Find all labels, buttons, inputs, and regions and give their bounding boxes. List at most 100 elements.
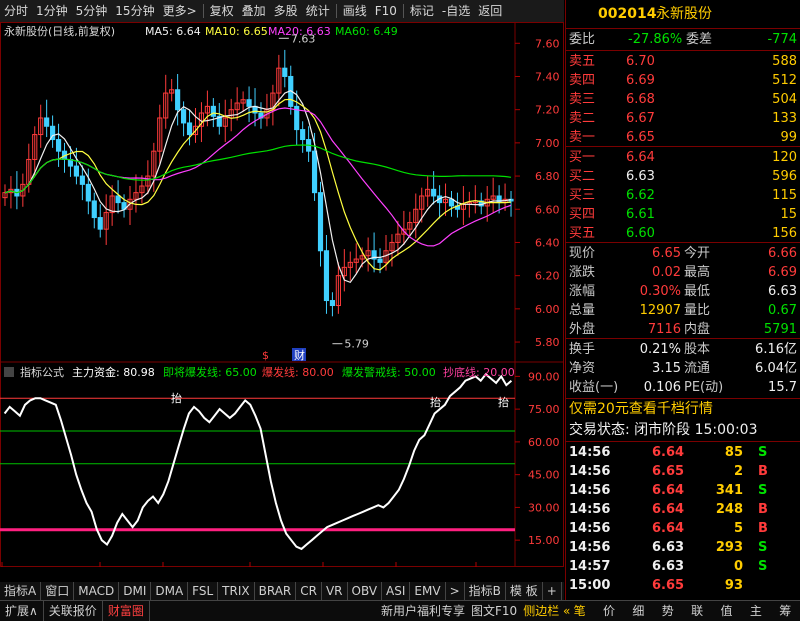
ask-price: 6.69 bbox=[626, 73, 655, 88]
footer-right-2[interactable]: 细 bbox=[624, 601, 653, 621]
toolbar-item-12[interactable]: -自选 bbox=[438, 0, 474, 22]
ma5-legend: MA5: 6.64 bbox=[145, 25, 201, 38]
wecha-label: 委差 bbox=[686, 32, 713, 47]
bid-label: 买二 bbox=[569, 169, 596, 184]
price-tick-label: 6.60 bbox=[535, 203, 560, 216]
quote-panel: 002014 永新股份 委比 -27.86% 委差 -774 卖五 6.70 588… bbox=[565, 0, 800, 600]
kline-chart[interactable]: 7.60 7.40 7.20 7.00 6.80 6.60 6.40 6.20 6.00 5.80… bbox=[0, 22, 564, 567]
tick-price: 6.64 bbox=[652, 502, 685, 517]
indicator-tab-10[interactable]: OBV bbox=[348, 582, 383, 600]
candle-body bbox=[282, 67, 288, 77]
toolbar-item-7[interactable]: 多股 bbox=[270, 0, 302, 22]
toolbar-item-8[interactable]: 统计 bbox=[302, 0, 334, 22]
stat-label: PE(动) bbox=[684, 380, 724, 395]
promo-link[interactable]: 仅需20元查看千档行情 bbox=[569, 400, 713, 419]
tick-direction: S bbox=[758, 483, 768, 498]
high-label: 7.63 bbox=[291, 32, 316, 45]
ask-label: 卖二 bbox=[569, 111, 596, 126]
footer-center-0[interactable]: 新用户福利专享 bbox=[378, 601, 468, 621]
tick-row: 14:56 6.63 293 S bbox=[566, 538, 800, 557]
indicator-tab-5[interactable]: FSL bbox=[188, 582, 219, 600]
indicator-tab-17[interactable]: - bbox=[562, 582, 564, 600]
indicator-tab-0[interactable]: 指标A bbox=[0, 582, 42, 600]
toolbar-item-0[interactable]: 分时 bbox=[0, 0, 32, 22]
bid-label: 买四 bbox=[569, 207, 596, 222]
indicator-tab-8[interactable]: CR bbox=[296, 582, 322, 600]
indicator-tab-13[interactable]: > bbox=[446, 582, 465, 600]
footer-center-1[interactable]: 图文F10 bbox=[468, 601, 520, 621]
bid-price: 6.60 bbox=[626, 226, 655, 241]
indicator-tab-14[interactable]: 指标B bbox=[465, 582, 506, 600]
toolbar-separator bbox=[402, 4, 404, 18]
tick-direction: B bbox=[758, 464, 768, 479]
tick-row: 14:56 6.64 341 S bbox=[566, 481, 800, 500]
toolbar-item-4[interactable]: 更多> bbox=[159, 0, 201, 22]
candle-body bbox=[186, 122, 193, 136]
footer-left-0[interactable]: 扩展∧ bbox=[0, 601, 44, 621]
tick-time: 14:56 bbox=[569, 483, 611, 498]
footer-right-4[interactable]: 联 bbox=[683, 601, 712, 621]
footer-right-7[interactable]: 筹 bbox=[771, 601, 800, 621]
bottom-line bbox=[0, 528, 515, 532]
toolbar-item-2[interactable]: 5分钟 bbox=[72, 0, 112, 22]
toolbar-item-3[interactable]: 15分钟 bbox=[111, 0, 158, 22]
stat-label: 总量 bbox=[569, 303, 596, 318]
stat-value: 6.04亿 bbox=[755, 361, 797, 376]
tick-direction: S bbox=[758, 445, 768, 460]
stat-row: 外盘 7116 内盘 5791 bbox=[566, 320, 800, 339]
candle-body bbox=[329, 300, 336, 307]
ma60-line bbox=[4, 144, 512, 194]
price-tick-label: 7.40 bbox=[535, 70, 560, 83]
footer-right-0[interactable]: 笔 bbox=[565, 601, 594, 621]
toolbar-item-11[interactable]: 标记 bbox=[406, 0, 438, 22]
footer-right-3[interactable]: 势 bbox=[653, 601, 682, 621]
candle-body bbox=[73, 165, 80, 177]
bid-price: 6.63 bbox=[626, 169, 655, 184]
indicator-tab-16[interactable]: + bbox=[543, 582, 562, 600]
indicator-tab-11[interactable]: ASI bbox=[382, 582, 411, 600]
indicator-tab-12[interactable]: EMV bbox=[410, 582, 446, 600]
stat-label: 内盘 bbox=[684, 322, 711, 337]
tick-price: 6.65 bbox=[652, 578, 685, 593]
toolbar-item-9[interactable]: 画线 bbox=[339, 0, 371, 22]
indicator-tab-1[interactable]: 窗口 bbox=[41, 582, 75, 600]
indicator-tab-7[interactable]: BRAR bbox=[255, 582, 297, 600]
footer-right-5[interactable]: 值 bbox=[712, 601, 741, 621]
price-tick-label: 7.60 bbox=[535, 37, 560, 50]
x-axis-label: 2021年 bbox=[4, 566, 43, 567]
indicator-tab-4[interactable]: DMA bbox=[151, 582, 189, 600]
stat-label: 收益(一) bbox=[569, 380, 619, 395]
stat-value: 6.69 bbox=[768, 265, 797, 280]
bid-row: 买一 6.64 120 bbox=[566, 148, 800, 167]
footer-bar: 扩展∧ 关联报价 财富圈 新用户福利专享 图文F10 侧边栏 « 笔价细势联值主筹 bbox=[0, 600, 800, 621]
toolbar-item-13[interactable]: 返回 bbox=[474, 0, 506, 22]
footer-right-1[interactable]: 价 bbox=[594, 601, 623, 621]
indicator-tab-9[interactable]: VR bbox=[322, 582, 348, 600]
tick-time: 14:57 bbox=[569, 559, 611, 574]
indicator-tab-2[interactable]: MACD bbox=[74, 582, 120, 600]
indicator-tab-15[interactable]: 模 板 bbox=[506, 582, 543, 600]
ask-row: 卖三 6.68 504 bbox=[566, 90, 800, 109]
candle-body bbox=[115, 195, 121, 204]
tick-direction: B bbox=[758, 502, 768, 517]
indicator-tab-3[interactable]: DMI bbox=[119, 582, 152, 600]
bid-price: 6.62 bbox=[626, 188, 655, 203]
stat-label: 流通 bbox=[684, 361, 711, 376]
indicator-tick-label: 75.00 bbox=[528, 403, 560, 416]
footer-left-1[interactable]: 关联报价 bbox=[44, 601, 103, 621]
stat-label: 最低 bbox=[684, 284, 711, 299]
footer-left-2[interactable]: 财富圈 bbox=[103, 601, 150, 621]
price-tick-label: 6.00 bbox=[535, 303, 560, 316]
bid-label: 买五 bbox=[569, 226, 596, 241]
toolbar-item-5[interactable]: 复权 bbox=[206, 0, 238, 22]
stat-value: 12907 bbox=[639, 303, 681, 318]
indicator-tab-6[interactable]: TRIX bbox=[218, 582, 255, 600]
toolbar-item-6[interactable]: 叠加 bbox=[238, 0, 270, 22]
toolbar-item-10[interactable]: F10 bbox=[371, 0, 401, 22]
stat-label: 最高 bbox=[684, 265, 711, 280]
footer-right-6[interactable]: 主 bbox=[741, 601, 770, 621]
toolbar-item-1[interactable]: 1分钟 bbox=[32, 0, 72, 22]
webi-label: 委比 bbox=[569, 32, 596, 47]
ask-label: 卖三 bbox=[569, 92, 596, 107]
tick-price: 6.63 bbox=[652, 540, 685, 555]
